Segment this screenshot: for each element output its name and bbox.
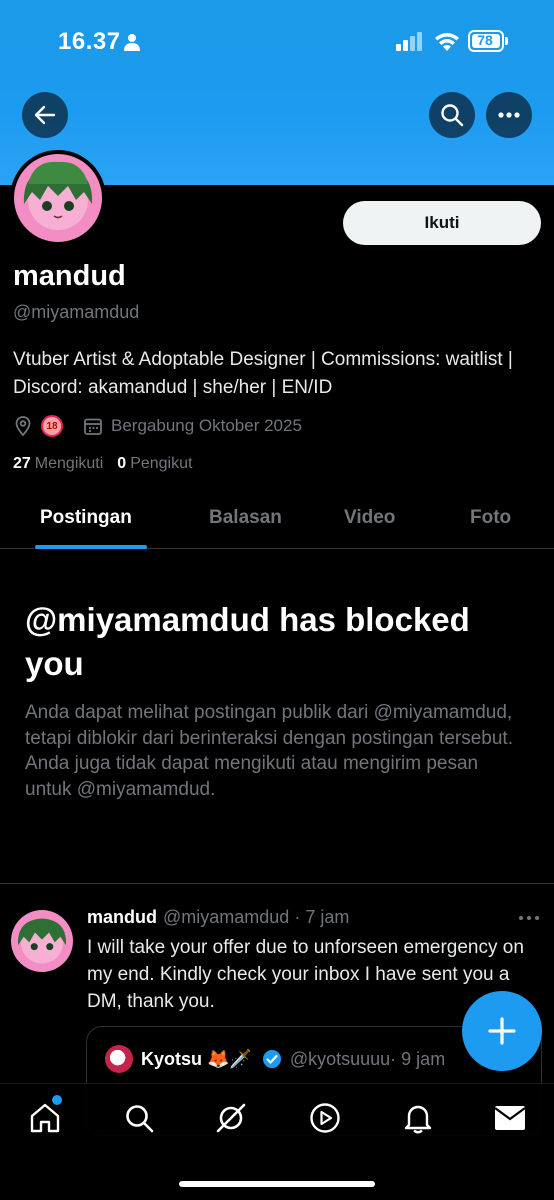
profile-handle: @miyamamdud bbox=[13, 302, 140, 322]
following-count: 27 bbox=[13, 455, 31, 472]
follow-stats: 27 Mengikuti 0 Pengikut bbox=[13, 455, 192, 473]
avatar-image bbox=[14, 154, 102, 242]
plus-icon bbox=[488, 1017, 516, 1045]
profile-tabs: Postingan Balasan Video Foto bbox=[0, 497, 554, 549]
battery-indicator: 78 bbox=[468, 30, 508, 52]
nav-home[interactable] bbox=[27, 1100, 63, 1136]
more-button[interactable] bbox=[486, 92, 532, 138]
home-notification-dot bbox=[52, 1095, 62, 1105]
cellular-signal-icon bbox=[396, 32, 422, 51]
nav-grok[interactable] bbox=[213, 1100, 249, 1136]
battery-level: 78 bbox=[477, 32, 493, 48]
followers-count: 0 bbox=[117, 455, 127, 472]
back-button[interactable] bbox=[22, 92, 68, 138]
search-icon bbox=[441, 104, 464, 127]
home-indicator bbox=[179, 1181, 375, 1187]
calendar-icon bbox=[84, 418, 102, 435]
profile-name: mandud bbox=[13, 260, 126, 292]
quoted-author-name: Kyotsu 🦊🗡️ bbox=[141, 1048, 252, 1069]
home-icon bbox=[30, 1103, 60, 1133]
search-button[interactable] bbox=[429, 92, 475, 138]
envelope-icon bbox=[494, 1106, 526, 1130]
status-bar: 16.37 78 bbox=[0, 0, 554, 80]
search-icon bbox=[126, 1105, 154, 1133]
divider bbox=[0, 883, 554, 884]
quoted-avatar bbox=[105, 1045, 133, 1073]
tab-photos[interactable]: Foto bbox=[470, 507, 511, 529]
arrow-left-icon bbox=[34, 105, 56, 125]
status-time: 16.37 bbox=[58, 28, 121, 55]
compose-button[interactable] bbox=[462, 991, 542, 1071]
quoted-post-time: · 9 jam bbox=[390, 1048, 446, 1069]
followers-label: Pengikut bbox=[130, 455, 193, 472]
followers-link[interactable]: 0 Pengikut bbox=[117, 455, 192, 473]
location-icon bbox=[15, 416, 31, 436]
bell-icon bbox=[404, 1105, 432, 1134]
joined-date: Bergabung Oktober 2025 bbox=[111, 416, 302, 435]
nav-messages[interactable] bbox=[492, 1100, 528, 1136]
following-label: Mengikuti bbox=[34, 455, 104, 472]
following-link[interactable]: 27 Mengikuti bbox=[13, 455, 103, 473]
blocked-description: Anda dapat melihat postingan publik dari… bbox=[25, 702, 513, 800]
nav-video[interactable] bbox=[307, 1100, 343, 1136]
post-header: mandud @miyamamdud · 7 jam bbox=[87, 907, 349, 928]
wifi-icon bbox=[435, 33, 459, 51]
nav-search[interactable] bbox=[121, 1100, 157, 1136]
profile-meta: 18 Bergabung Oktober 2025 bbox=[13, 414, 302, 438]
person-icon bbox=[124, 34, 140, 51]
grok-icon bbox=[216, 1103, 246, 1133]
profile-bio: Vtuber Artist & Adoptable Designer | Com… bbox=[13, 349, 513, 398]
quoted-author-handle: @kyotsuuuu bbox=[289, 1048, 391, 1069]
quoted-post-header: Kyotsu 🦊🗡️ @kyotsuuuu · 9 jam bbox=[105, 1045, 445, 1073]
follow-button[interactable]: Ikuti bbox=[343, 201, 541, 245]
tab-posts[interactable]: Postingan bbox=[40, 507, 132, 529]
verified-badge-icon bbox=[262, 1050, 281, 1068]
video-play-icon bbox=[310, 1103, 340, 1133]
post-author-handle[interactable]: @miyamamdud bbox=[163, 907, 289, 927]
post-author-name[interactable]: mandud bbox=[87, 907, 157, 927]
tab-replies[interactable]: Balasan bbox=[209, 507, 282, 529]
nav-notifications[interactable] bbox=[400, 1100, 436, 1136]
blocked-title: @miyamamdud has blocked you bbox=[25, 601, 470, 682]
post-avatar[interactable] bbox=[11, 910, 73, 972]
post-more-icon[interactable] bbox=[516, 908, 542, 928]
profile-avatar[interactable] bbox=[10, 150, 106, 246]
post-time: · 7 jam bbox=[294, 907, 350, 927]
active-tab-indicator bbox=[35, 545, 147, 549]
age-restriction-badge: 18 bbox=[41, 415, 63, 437]
ellipsis-icon bbox=[498, 112, 520, 118]
tab-video[interactable]: Video bbox=[344, 507, 395, 529]
